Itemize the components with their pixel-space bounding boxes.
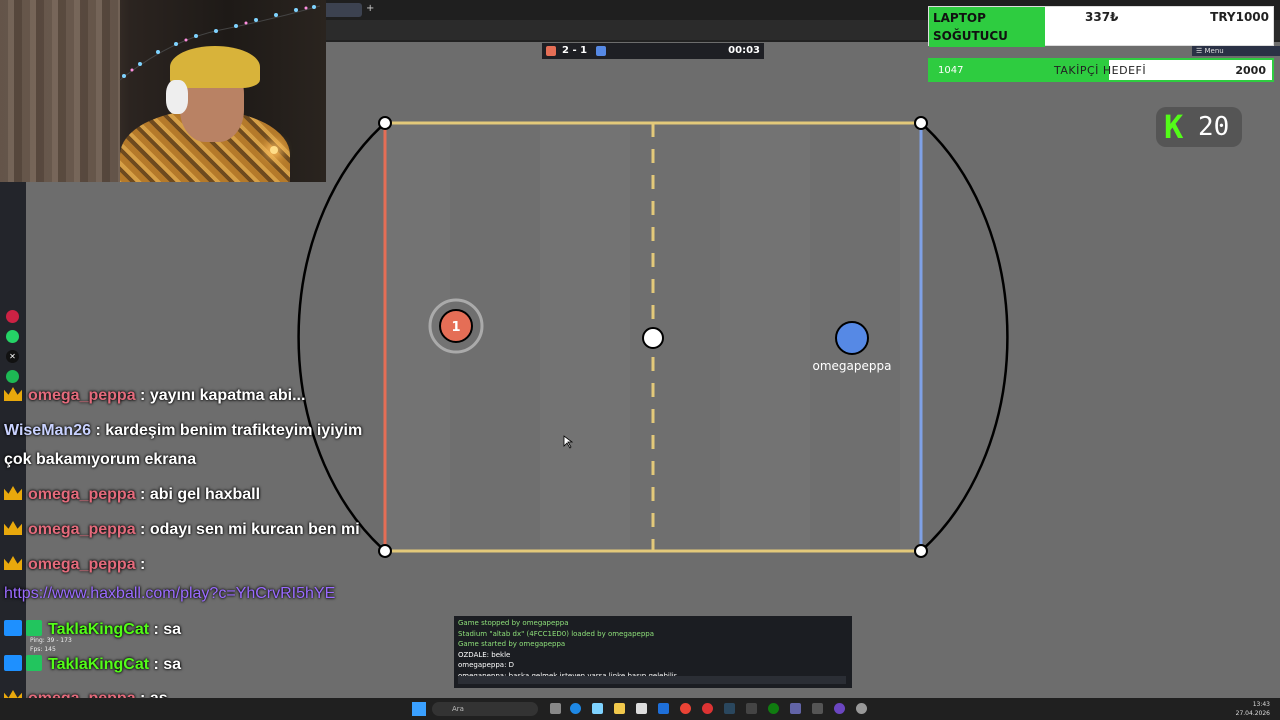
- task-view-icon[interactable]: [550, 703, 561, 714]
- chat-text: : sa: [149, 656, 182, 673]
- chat-text: : sa: [149, 621, 182, 638]
- crown-badge-icon: [4, 486, 22, 500]
- red-team-indicator: [546, 46, 556, 56]
- headphones: [166, 80, 188, 114]
- chat-message: omega_peppa : yayını kapatma abi...: [4, 387, 305, 405]
- chat-message: omega_peppa : odayı sen mi kurcan ben mi: [4, 521, 360, 539]
- teams-icon[interactable]: [790, 703, 801, 714]
- taskbar: Ara 13:43 27.04.2026: [0, 698, 1280, 720]
- chat-text: :: [135, 556, 146, 573]
- kick-viewer-badge: K 20: [1156, 107, 1242, 147]
- chat-text: : abi gel haxball: [135, 486, 261, 503]
- fps-value: Fps: 145: [30, 646, 56, 653]
- obs-icon[interactable]: [834, 703, 845, 714]
- game-chat-input[interactable]: [458, 676, 846, 684]
- left-arc: [297, 122, 386, 552]
- clock-date: 27.04.2026: [1235, 710, 1270, 717]
- chat-message: omega_peppa :: [4, 556, 145, 574]
- chat-message: TaklaKingCat : sa: [4, 655, 181, 674]
- follower-goal-label: TAKİPÇİ HEDEFİ: [1054, 64, 1147, 77]
- chat-username: omega_peppa: [28, 521, 136, 538]
- webcam-feed: [0, 0, 326, 182]
- chat-username: omega_peppa: [28, 486, 136, 503]
- follower-current: 1047: [938, 65, 964, 76]
- log-line: Game started by omegapeppa: [458, 640, 566, 648]
- chat-username: WiseMan26: [4, 422, 91, 439]
- crown-badge-icon: [4, 556, 22, 570]
- mail-icon[interactable]: [658, 703, 669, 714]
- spotify-icon[interactable]: [6, 370, 19, 383]
- file-explorer-icon[interactable]: [614, 703, 625, 714]
- chat-link[interactable]: https://www.haxball.com/play?c=YhCrvRI5h…: [4, 585, 335, 602]
- verified-badge-icon: [4, 620, 22, 636]
- chat-text: çok bakamıyorum ekrana: [4, 451, 197, 468]
- chat-text: : kardeşim benim trafikteyim iyiyim: [91, 422, 363, 439]
- chat-message: https://www.haxball.com/play?c=YhCrvRI5h…: [4, 585, 335, 603]
- subscriber-badge-icon: [26, 655, 42, 671]
- scoreboard: 2 - 1 00:03: [542, 43, 764, 59]
- chat-message: WiseMan26 : kardeşim benim trafikteyim i…: [4, 422, 362, 440]
- game-chat-log: Game stopped by omegapeppa Stadium "altab…: [454, 616, 852, 688]
- log-line: omegapeppa: D: [458, 661, 515, 669]
- copilot-icon[interactable]: [592, 703, 603, 714]
- log-line: Stadium "altab dx" (4FCC1ED0) loaded by …: [458, 629, 655, 638]
- game-timer: 00:03: [728, 45, 760, 56]
- steam-icon[interactable]: [724, 703, 735, 714]
- corner-post: [914, 116, 928, 130]
- donation-current: 337₺: [1085, 10, 1119, 24]
- clock-time: 13:43: [1252, 701, 1270, 708]
- xbox-icon[interactable]: [768, 703, 779, 714]
- verified-badge-icon: [4, 655, 22, 671]
- edge-icon[interactable]: [570, 703, 581, 714]
- x-icon[interactable]: ✕: [6, 350, 19, 363]
- donation-target: TRY1000: [1210, 10, 1269, 24]
- crown-badge-icon: [4, 387, 22, 401]
- chat-text: : odayı sen mi kurcan ben mi: [135, 521, 360, 538]
- whatsapp-icon[interactable]: [6, 330, 19, 343]
- follower-goal: 1047 TAKİPÇİ HEDEFİ 2000: [928, 58, 1274, 82]
- subscriber-badge-icon: [26, 620, 42, 636]
- chat-text: : yayını kapatma abi...: [135, 387, 306, 404]
- settings-icon[interactable]: [856, 703, 867, 714]
- app-icon[interactable]: [6, 310, 19, 323]
- lamp: [270, 146, 278, 154]
- corner-post: [378, 544, 392, 558]
- chat-username: omega_peppa: [28, 387, 136, 404]
- game-menu-button[interactable]: ☰ Menu: [1192, 46, 1280, 56]
- chat-username: TaklaKingCat: [48, 656, 150, 673]
- curtain: [0, 0, 120, 182]
- follower-target: 2000: [1235, 64, 1266, 77]
- ping-value: Ping: 39 - 173: [30, 637, 72, 644]
- crown-badge-icon: [4, 521, 22, 535]
- ball: [642, 327, 664, 349]
- kick-viewer-count: 20: [1198, 112, 1230, 142]
- system-clock[interactable]: 13:43 27.04.2026: [1236, 700, 1270, 718]
- blue-player: [835, 321, 869, 355]
- new-tab-button[interactable]: +: [366, 3, 374, 15]
- chat-message: çok bakamıyorum ekrana: [4, 451, 196, 469]
- taskbar-search[interactable]: Ara: [432, 702, 538, 716]
- corner-post: [378, 116, 392, 130]
- log-line: Game stopped by omegapeppa: [458, 619, 569, 627]
- store-icon[interactable]: [636, 703, 647, 714]
- chat-message: omega_peppa : abi gel haxball: [4, 486, 260, 504]
- corner-post: [914, 544, 928, 558]
- app-icon[interactable]: [746, 703, 757, 714]
- opera-gx-icon[interactable]: [702, 703, 713, 714]
- kick-logo-icon: K: [1164, 108, 1184, 146]
- blue-player-name: omegapeppa: [813, 359, 892, 373]
- donation-goal-label: LAPTOP SOĞUTUCU: [929, 7, 1045, 47]
- log-line: OZDALE: bekle: [458, 650, 511, 659]
- app-icon[interactable]: [812, 703, 823, 714]
- donation-goal: LAPTOP SOĞUTUCU 337₺ TRY1000: [928, 6, 1274, 47]
- ping-readout: Ping: 39 - 173 Fps: 145: [30, 636, 72, 654]
- score-text: 2 - 1: [562, 45, 588, 56]
- red-player-number: 1: [451, 320, 460, 335]
- right-arc: [920, 122, 1009, 552]
- chrome-icon[interactable]: [680, 703, 691, 714]
- windows-start-icon[interactable]: [412, 702, 426, 716]
- blue-team-indicator: [596, 46, 606, 56]
- chat-username: omega_peppa: [28, 556, 136, 573]
